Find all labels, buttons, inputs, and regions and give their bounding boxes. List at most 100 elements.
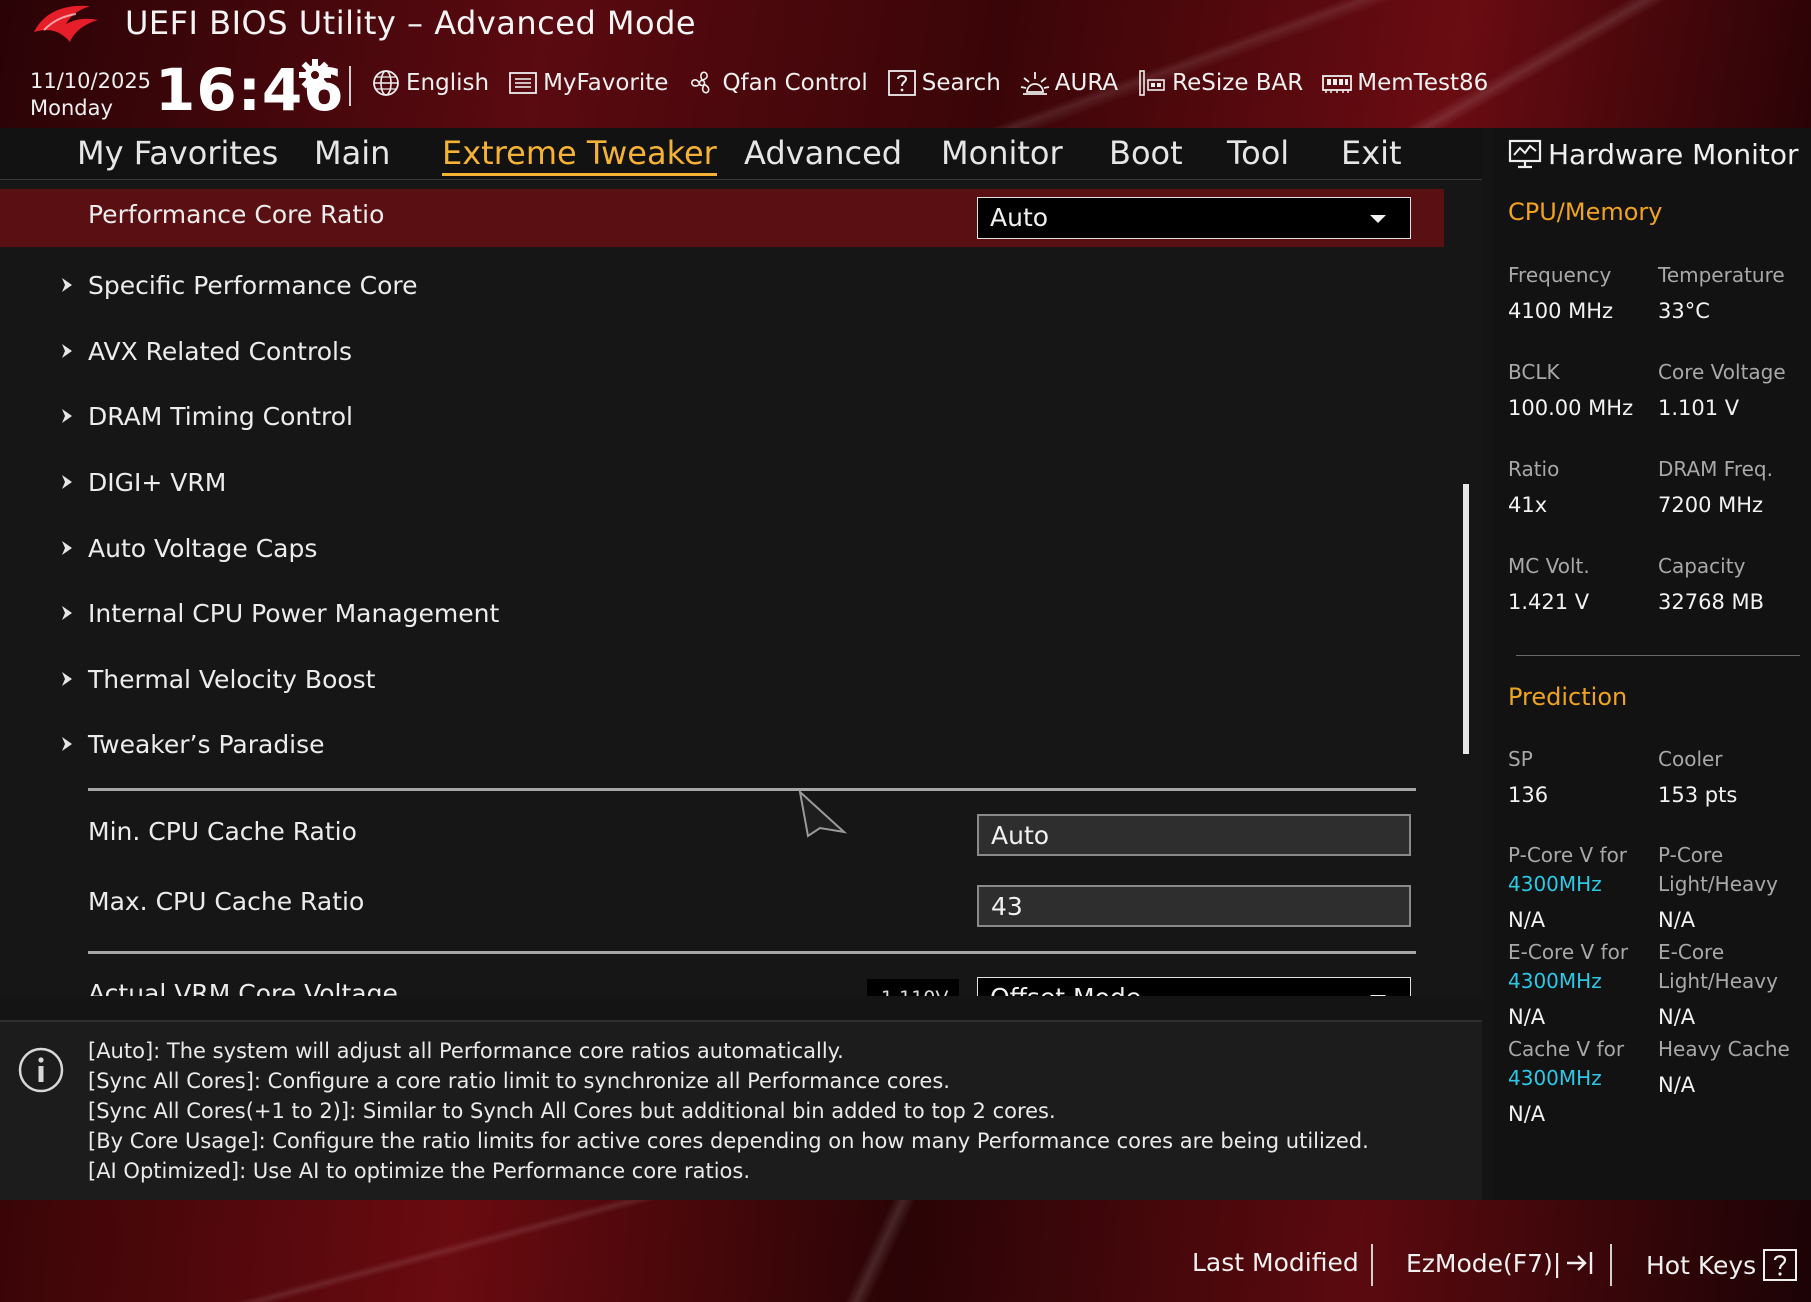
submenu-label: Internal CPU Power Management [88, 598, 500, 628]
memory-icon [1322, 75, 1353, 93]
language-label: English [406, 70, 490, 96]
min-cpu-cache-ratio-input[interactable] [977, 814, 1411, 856]
tab-advanced[interactable]: Advanced [744, 134, 902, 172]
ezmode-label: EzMode(F7)| [1406, 1248, 1562, 1278]
submenu-label: Specific Performance Core [88, 270, 418, 300]
core-voltage-label: Core Voltage [1658, 360, 1786, 384]
ecore-v-value: N/A [1508, 1005, 1546, 1029]
tab-tool[interactable]: Tool [1227, 134, 1289, 172]
toolbar: English MyFavorite Qfan Control Search A… [370, 64, 1506, 102]
performance-core-ratio-dropdown[interactable]: Auto [977, 197, 1411, 239]
ezmode-button[interactable]: EzMode(F7)| [1406, 1248, 1595, 1278]
chevron-right-icon [62, 409, 72, 423]
ecore-lh-value: N/A [1658, 1005, 1696, 1029]
heavy-cache-label: Heavy Cache [1658, 1037, 1790, 1061]
capacity-label: Capacity [1658, 554, 1746, 578]
help-line: [Sync All Cores]: Configure a core ratio… [88, 1069, 950, 1093]
chevron-down-icon [1370, 215, 1386, 223]
prediction-section-title: Prediction [1508, 683, 1628, 711]
aura-button[interactable]: AURA [1019, 68, 1118, 98]
pcore-lh-label-2: Light/Heavy [1658, 872, 1778, 896]
submenu-label: DIGI+ VRM [88, 467, 227, 497]
header-bar: UEFI BIOS Utility – Advanced Mode 11/10/… [0, 0, 1811, 128]
date-display: 11/10/2025 Monday [30, 68, 151, 122]
vrm-voltage-reading: 1.110V [867, 979, 959, 996]
qfan-control-label: Qfan Control [722, 70, 868, 96]
last-modified-label: Last Modified [1192, 1248, 1359, 1277]
search-button[interactable]: Search [886, 68, 1001, 98]
monitor-icon [1508, 139, 1542, 169]
submenu-tweakers-paradise[interactable]: Tweaker’s Paradise [60, 726, 325, 762]
performance-core-ratio-value: Auto [990, 203, 1049, 232]
help-text: [Auto]: The system will adjust all Perfo… [88, 1036, 1369, 1186]
hardware-monitor-title: Hardware Monitor [1508, 134, 1799, 174]
bclk-label: BCLK [1508, 360, 1560, 384]
temperature-label: Temperature [1658, 263, 1785, 287]
submenu-label: DRAM Timing Control [88, 401, 354, 431]
max-cpu-cache-ratio-input[interactable] [977, 885, 1411, 927]
info-icon [18, 1047, 64, 1093]
max-cpu-cache-ratio-label: Max. CPU Cache Ratio [88, 887, 365, 916]
footer-bar: Last Modified EzMode(F7)| Hot Keys [0, 1200, 1811, 1302]
hot-keys-button[interactable]: Hot Keys [1646, 1248, 1798, 1282]
memtest86-button[interactable]: MemTest86 [1321, 68, 1488, 98]
main-tabs: My Favorites Main Extreme Tweaker Advanc… [0, 128, 1482, 180]
chevron-right-icon [62, 541, 72, 555]
gear-icon[interactable] [298, 58, 332, 92]
tab-extreme-tweaker[interactable]: Extreme Tweaker [442, 134, 717, 176]
pcore-lh-label: P-Core [1658, 843, 1724, 867]
footer-separator [1371, 1244, 1373, 1286]
chevron-right-icon [62, 606, 72, 620]
rog-logo-icon [34, 5, 98, 42]
cache-v-value: N/A [1508, 1102, 1546, 1126]
cache-v-freq: 4300MHz [1508, 1066, 1602, 1090]
submenu-specific-performance-core[interactable]: Specific Performance Core [60, 267, 417, 303]
hot-keys-label: Hot Keys [1646, 1250, 1757, 1280]
chevron-down-icon [1370, 995, 1386, 996]
mouse-cursor-icon [798, 790, 848, 838]
resize-bar-button[interactable]: ReSize BAR [1136, 68, 1303, 98]
vrm-voltage-mode-dropdown[interactable]: Offset Mode [977, 977, 1411, 996]
chevron-right-icon [62, 344, 72, 358]
app-title: UEFI BIOS Utility – Advanced Mode [125, 4, 697, 42]
ratio-value: 41x [1508, 493, 1548, 517]
search-label: Search [921, 70, 1001, 96]
cpu-memory-section-title: CPU/Memory [1508, 198, 1663, 226]
myfavorite-button[interactable]: MyFavorite [507, 68, 668, 98]
globe-icon [373, 70, 399, 96]
submenu-internal-cpu-power-management[interactable]: Internal CPU Power Management [60, 595, 499, 631]
hw-separator [1516, 655, 1800, 656]
chevron-right-icon [62, 278, 72, 292]
help-panel: [Auto]: The system will adjust all Perfo… [0, 1020, 1482, 1200]
chevron-right-icon [62, 475, 72, 489]
submenu-auto-voltage-caps[interactable]: Auto Voltage Caps [60, 530, 317, 566]
myfavorite-label: MyFavorite [543, 70, 669, 96]
submenu-avx-related-controls[interactable]: AVX Related Controls [60, 333, 352, 369]
exit-arrow-icon [1567, 1252, 1593, 1274]
ecore-lh-label: E-Core [1658, 940, 1725, 964]
tab-monitor[interactable]: Monitor [941, 134, 1063, 172]
help-line: [By Core Usage]: Configure the ratio lim… [88, 1129, 1369, 1153]
help-line: [Sync All Cores(+1 to 2)]: Similar to Sy… [88, 1099, 1056, 1123]
sp-value: 136 [1508, 783, 1549, 807]
dram-freq-value: 7200 MHz [1658, 493, 1764, 517]
submenu-digi-vrm[interactable]: DIGI+ VRM [60, 464, 226, 500]
heavy-cache-value: N/A [1658, 1073, 1696, 1097]
submenu-label: Auto Voltage Caps [88, 533, 318, 563]
settings-scrollbar[interactable] [1463, 484, 1469, 754]
submenu-thermal-velocity-boost[interactable]: Thermal Velocity Boost [60, 661, 376, 697]
tab-my-favorites[interactable]: My Favorites [77, 134, 278, 172]
last-modified-button[interactable]: Last Modified [1192, 1248, 1359, 1277]
tab-main[interactable]: Main [314, 134, 390, 172]
tab-exit[interactable]: Exit [1341, 134, 1402, 172]
settings-panel: Performance Core Ratio Auto Specific Per… [0, 181, 1482, 996]
qfan-control-button[interactable]: Qfan Control [686, 68, 868, 98]
temperature-value: 33°C [1658, 299, 1710, 323]
chevron-right-icon [62, 737, 72, 751]
core-voltage-value: 1.101 V [1658, 396, 1740, 420]
submenu-dram-timing-control[interactable]: DRAM Timing Control [60, 398, 353, 434]
language-button[interactable]: English [370, 68, 489, 98]
tab-boot[interactable]: Boot [1109, 134, 1183, 172]
day-text: Monday [30, 96, 113, 120]
actual-vrm-core-voltage-label: Actual VRM Core Voltage [88, 979, 398, 996]
